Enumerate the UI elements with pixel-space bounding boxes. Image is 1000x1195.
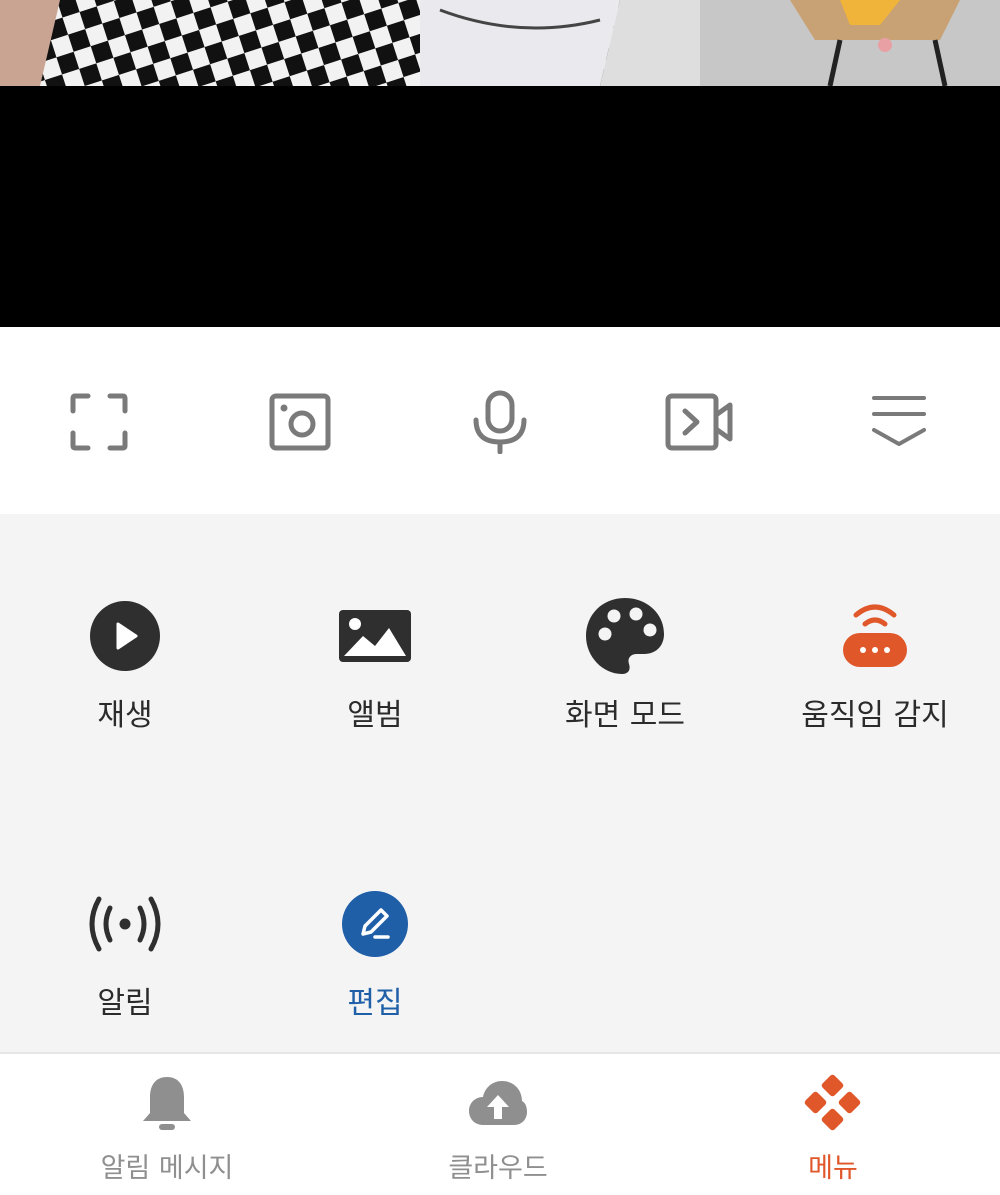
record-button[interactable] [664, 387, 734, 457]
fullscreen-icon [70, 393, 128, 451]
menu-diamond-icon [804, 1074, 861, 1131]
menu-item-label: 앨범 [347, 698, 403, 733]
control-toolbar [0, 327, 1000, 514]
menu-item-label: 재생 [97, 698, 153, 733]
camera-feed-image [0, 0, 1000, 86]
menu-item-album[interactable]: 앨범 [250, 596, 500, 734]
nav-item-label: 클라우드 [448, 1153, 548, 1184]
menu-item-playback[interactable]: 재생 [0, 596, 250, 734]
menu-grid: 재생 앨범 화면 모드 움직임 감지 알림 편집 [0, 514, 1000, 1052]
nav-item-label: 메뉴 [808, 1153, 858, 1184]
microphone-icon [473, 390, 527, 454]
snapshot-button[interactable] [265, 387, 335, 457]
menu-item-label: 움직임 감지 [801, 698, 949, 733]
broadcast-signal-icon [89, 896, 161, 952]
menu-item-motion-detection[interactable]: 움직임 감지 [750, 596, 1000, 734]
nav-item-cloud[interactable]: 클라우드 [398, 1072, 598, 1185]
video-record-icon [665, 393, 733, 451]
image-album-icon [339, 610, 411, 662]
chevron-list-icon [872, 396, 926, 446]
menu-item-notification[interactable]: 알림 [0, 884, 250, 1022]
bell-icon [143, 1077, 191, 1130]
menu-item-screen-mode[interactable]: 화면 모드 [500, 596, 750, 734]
nav-item-menu[interactable]: 메뉴 [733, 1072, 933, 1185]
video-letterbox [0, 86, 1000, 327]
nav-item-label: 알림 메시지 [100, 1153, 234, 1184]
menu-item-label: 화면 모드 [565, 698, 685, 733]
menu-item-label: 알림 [97, 986, 153, 1021]
cloud-upload-icon [469, 1081, 527, 1125]
menu-item-edit[interactable]: 편집 [250, 884, 500, 1022]
menu-item-label: 편집 [347, 986, 403, 1021]
snapshot-icon [269, 393, 331, 451]
microphone-button[interactable] [465, 387, 535, 457]
palette-icon [586, 598, 664, 674]
bottom-navigation: 알림 메시지 클라우드 메뉴 [0, 1052, 1000, 1195]
motion-sensor-icon [843, 604, 907, 667]
camera-feed[interactable] [0, 0, 1000, 86]
play-circle-icon [90, 601, 160, 671]
fullscreen-button[interactable] [64, 387, 134, 457]
pencil-edit-icon [342, 891, 408, 957]
nav-item-alert-messages[interactable]: 알림 메시지 [67, 1072, 267, 1185]
collapse-button[interactable] [864, 387, 934, 457]
